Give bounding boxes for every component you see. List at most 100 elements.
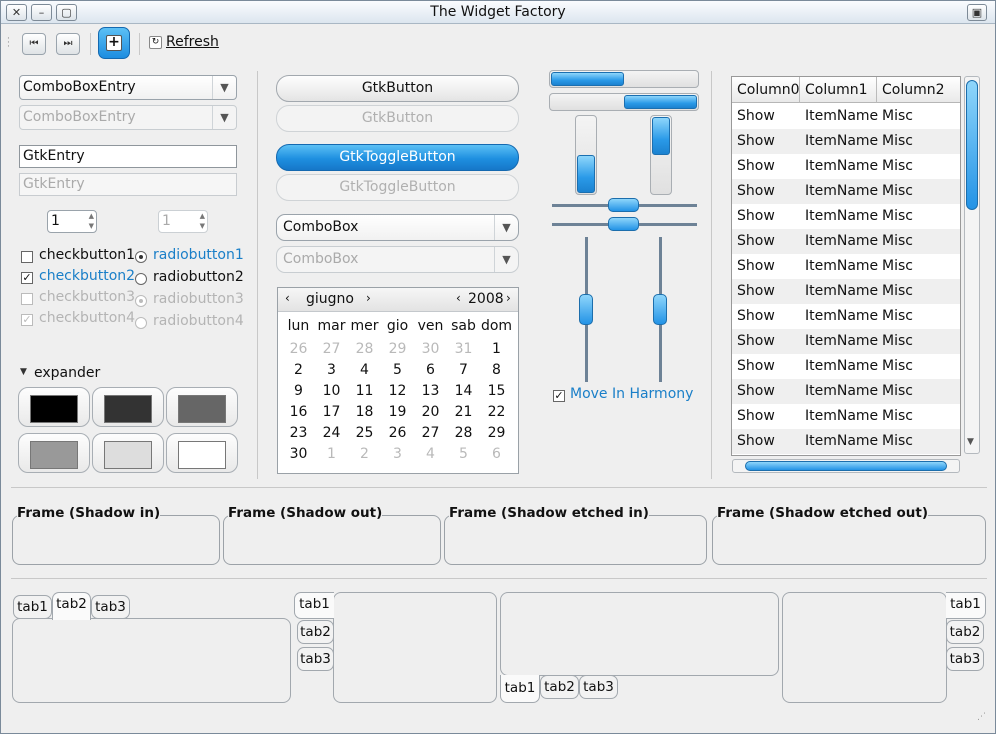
- spin-button[interactable]: 1 ▲ ▼: [47, 210, 97, 233]
- table-row[interactable]: Show ItemName Misc: [732, 229, 960, 254]
- checkbutton1-box[interactable]: [21, 251, 33, 263]
- table-row[interactable]: Show ItemName Misc: [732, 204, 960, 229]
- combo-box-entry[interactable]: ComboBoxEntry ▼: [19, 75, 237, 100]
- notebook-left-tab3[interactable]: tab3: [297, 647, 334, 671]
- table-row[interactable]: Show ItemName Misc: [732, 104, 960, 129]
- table-row[interactable]: Show ItemName Misc: [732, 379, 960, 404]
- calendar-day[interactable]: 23: [282, 425, 315, 441]
- table-row[interactable]: Show ItemName Misc: [732, 429, 960, 454]
- combo-box[interactable]: ComboBox ▼: [276, 214, 519, 241]
- table-row[interactable]: Show ItemName Misc: [732, 154, 960, 179]
- notebook-bottom-tab2[interactable]: tab2: [540, 675, 579, 699]
- calendar-day[interactable]: 16: [282, 404, 315, 420]
- calendar-day[interactable]: 8: [480, 362, 513, 378]
- tree-vscrollbar-thumb[interactable]: [966, 80, 978, 210]
- calendar-day[interactable]: 13: [414, 383, 447, 399]
- table-row[interactable]: Show ItemName Misc: [732, 279, 960, 304]
- notebook-left-tab1[interactable]: tab1: [294, 592, 334, 619]
- calendar-day[interactable]: 6: [480, 446, 513, 462]
- expander-arrow-icon[interactable]: ▼: [20, 367, 27, 377]
- tree-column-header[interactable]: Column0: [732, 77, 800, 103]
- calendar-day[interactable]: 7: [447, 362, 480, 378]
- tree-hscrollbar[interactable]: [732, 459, 960, 473]
- calendar-day[interactable]: 21: [447, 404, 480, 420]
- notebook-right-tab3[interactable]: tab3: [946, 647, 984, 671]
- calendar-day[interactable]: 26: [282, 341, 315, 357]
- calendar-day[interactable]: 9: [282, 383, 315, 399]
- calendar-day[interactable]: 14: [447, 383, 480, 399]
- goto-first-button[interactable]: ⏮: [22, 33, 46, 55]
- next-month-icon[interactable]: ›: [366, 291, 371, 305]
- calendar-day[interactable]: 4: [414, 446, 447, 462]
- hscale-1-slider[interactable]: [608, 198, 639, 212]
- spin-arrows-icon[interactable]: ▲ ▼: [89, 211, 94, 231]
- prev-year-icon[interactable]: ‹: [456, 291, 461, 305]
- calendar-day[interactable]: 25: [348, 425, 381, 441]
- calendar-day[interactable]: 28: [447, 425, 480, 441]
- table-row[interactable]: Show ItemName Misc: [732, 179, 960, 204]
- gtk-entry[interactable]: GtkEntry: [19, 145, 237, 168]
- chevron-down-icon[interactable]: ▼: [494, 215, 518, 240]
- next-year-icon[interactable]: ›: [506, 291, 511, 305]
- checkbutton2-label[interactable]: checkbutton2: [39, 268, 135, 284]
- vscale-1-slider[interactable]: [579, 294, 593, 325]
- window-menu-button[interactable]: ▣: [967, 4, 987, 21]
- hscale-2-slider[interactable]: [608, 217, 639, 231]
- gtk-toggle-button[interactable]: GtkToggleButton: [276, 144, 519, 171]
- calendar-day[interactable]: 10: [315, 383, 348, 399]
- calendar-day[interactable]: 12: [381, 383, 414, 399]
- table-row[interactable]: Show ItemName Misc: [732, 329, 960, 354]
- vscale-2-slider[interactable]: [653, 294, 667, 325]
- scroll-down-icon[interactable]: ▼: [967, 437, 974, 447]
- calendar-day[interactable]: 2: [282, 362, 315, 378]
- radiobutton1-label[interactable]: radiobutton1: [153, 247, 244, 263]
- notebook-left-tab2[interactable]: tab2: [297, 620, 334, 644]
- table-row[interactable]: Show ItemName Misc: [732, 404, 960, 429]
- notebook-bottom-tab1[interactable]: tab1: [500, 675, 540, 703]
- refresh-button[interactable]: ↻ Refresh: [147, 33, 221, 55]
- calendar-day[interactable]: 31: [447, 341, 480, 357]
- calendar-day[interactable]: 1: [315, 446, 348, 462]
- tree-vscrollbar[interactable]: ▼: [964, 76, 980, 454]
- toolbar-grip-icon[interactable]: · · ·: [7, 35, 10, 52]
- calendar-day[interactable]: 3: [381, 446, 414, 462]
- calendar-day[interactable]: 27: [315, 341, 348, 357]
- checkbutton2-box[interactable]: ✓: [21, 272, 33, 284]
- calendar-day[interactable]: 18: [348, 404, 381, 420]
- color-button-6[interactable]: [166, 433, 238, 473]
- move-in-harmony-check[interactable]: ✓: [553, 390, 565, 402]
- table-row[interactable]: Show ItemName Misc: [732, 254, 960, 279]
- calendar-day[interactable]: 22: [480, 404, 513, 420]
- calendar-day[interactable]: 29: [480, 425, 513, 441]
- calendar-day[interactable]: 15: [480, 383, 513, 399]
- checkbutton1-label[interactable]: checkbutton1: [39, 247, 135, 263]
- color-button-1[interactable]: [18, 387, 90, 427]
- calendar-day[interactable]: 30: [282, 446, 315, 462]
- table-row[interactable]: Show ItemName Misc: [732, 304, 960, 329]
- calendar-day[interactable]: 28: [348, 341, 381, 357]
- calendar-day[interactable]: 30: [414, 341, 447, 357]
- calendar-day[interactable]: 5: [447, 446, 480, 462]
- tree-column-header[interactable]: Column1: [800, 77, 877, 103]
- add-button[interactable]: +: [98, 27, 130, 59]
- expander-label[interactable]: expander: [34, 365, 100, 381]
- radiobutton2-dot[interactable]: [135, 273, 147, 285]
- calendar-day[interactable]: 17: [315, 404, 348, 420]
- tree-column-header[interactable]: Column2: [877, 77, 960, 103]
- gtk-button[interactable]: GtkButton: [276, 75, 519, 102]
- calendar-day[interactable]: 6: [414, 362, 447, 378]
- notebook-top-tab2[interactable]: tab2: [52, 592, 91, 620]
- goto-last-button[interactable]: ⏭: [56, 33, 80, 55]
- color-button-5[interactable]: [92, 433, 164, 473]
- notebook-top-tab1[interactable]: tab1: [13, 595, 52, 619]
- chevron-down-icon[interactable]: ▼: [212, 76, 236, 99]
- notebook-bottom-tab3[interactable]: tab3: [579, 675, 618, 699]
- calendar-day[interactable]: 11: [348, 383, 381, 399]
- calendar-day[interactable]: 2: [348, 446, 381, 462]
- calendar-day[interactable]: 24: [315, 425, 348, 441]
- table-row[interactable]: Show ItemName Misc: [732, 354, 960, 379]
- notebook-right-tab2[interactable]: tab2: [946, 620, 984, 644]
- calendar-day[interactable]: 27: [414, 425, 447, 441]
- calendar-day[interactable]: 5: [381, 362, 414, 378]
- calendar-day[interactable]: 4: [348, 362, 381, 378]
